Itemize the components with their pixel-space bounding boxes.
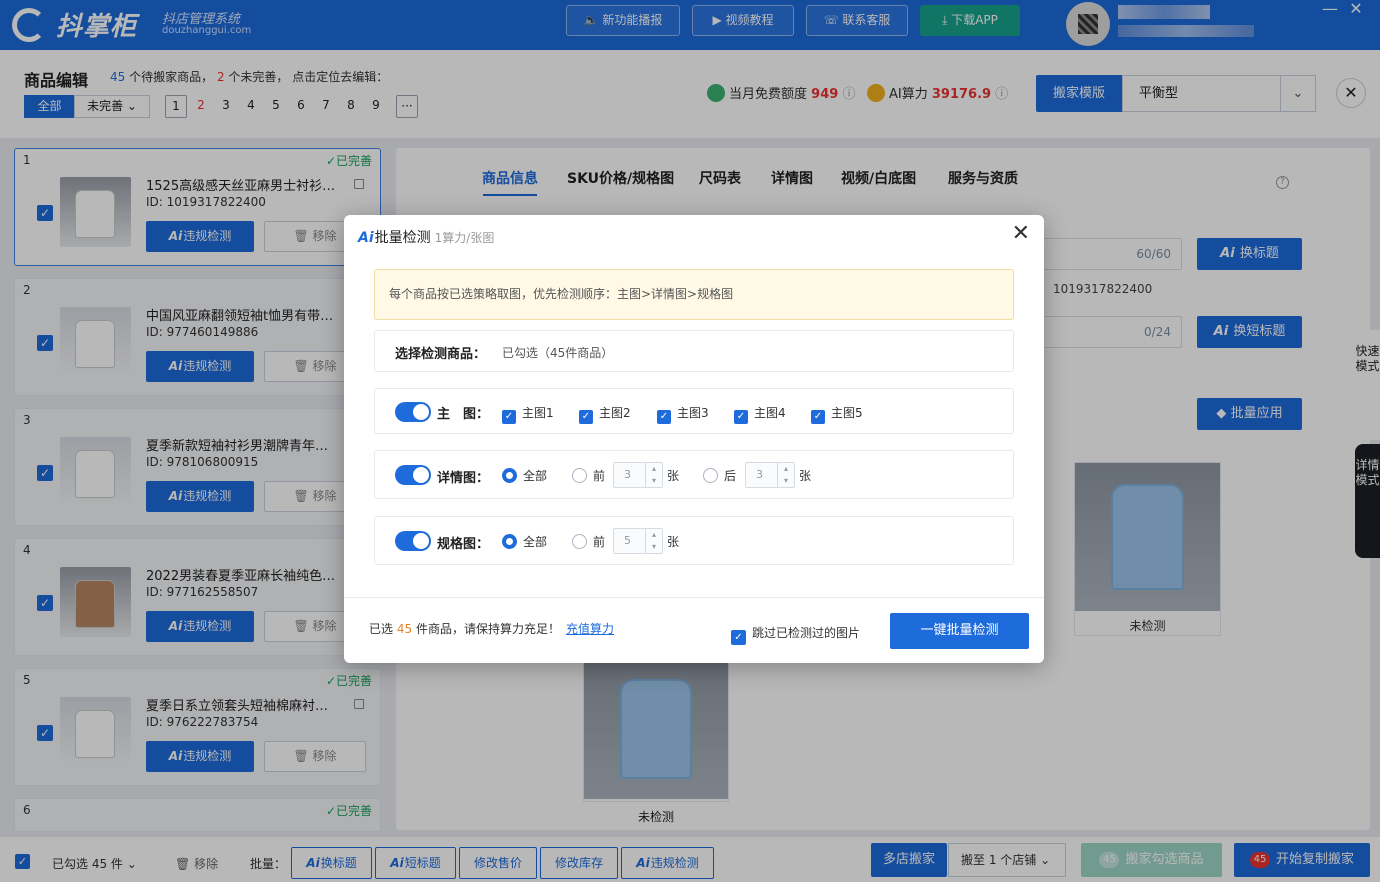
modal-divider: [344, 597, 1044, 598]
batch-check-modal: Ai批量检测 1算力/张图 ✕ 每个商品按已选策略取图，优先检测顺序：主图>详情图…: [344, 215, 1044, 663]
notice-banner: 每个商品按已选策略取图，优先检测顺序：主图>详情图>规格图: [374, 269, 1014, 320]
main-image-4-checkbox[interactable]: ✓ 主图4: [734, 404, 786, 424]
spec-image-row: 规格图： 全部 前 5 张: [374, 516, 1014, 565]
main-image-row: 主 图： ✓ 主图1 ✓ 主图2 ✓ 主图3 ✓ 主图4 ✓ 主图5: [374, 388, 1014, 434]
detail-image-toggle[interactable]: [395, 465, 431, 485]
main-image-5-checkbox[interactable]: ✓ 主图5: [811, 404, 863, 424]
unit-label: 张: [667, 469, 680, 483]
unit-label: 张: [799, 469, 812, 483]
unit-label: 张: [667, 535, 680, 549]
spec-image-toggle[interactable]: [395, 531, 431, 551]
detail-front-radio[interactable]: 前: [572, 467, 605, 484]
detail-back-radio[interactable]: 后: [703, 467, 736, 484]
select-products-row: 选择检测商品： 已勾选（45件商品）: [374, 330, 1014, 372]
main-image-1-checkbox[interactable]: ✓ 主图1: [502, 404, 554, 424]
recharge-link[interactable]: 充值算力: [566, 622, 614, 636]
close-icon[interactable]: ✕: [1012, 223, 1030, 245]
spec-front-radio[interactable]: 前: [572, 533, 605, 550]
detail-image-row: 详情图： 全部 前 3 张 后 3 张: [374, 450, 1014, 499]
main-image-2-checkbox[interactable]: ✓ 主图2: [579, 404, 631, 424]
modal-title: Ai批量检测 1算力/张图: [358, 230, 495, 246]
main-image-toggle[interactable]: [395, 402, 431, 422]
footer-text: 已选 45 件商品，请保持算力充足！ 充值算力: [369, 622, 614, 636]
ai-icon: Ai: [358, 230, 374, 246]
main-image-3-checkbox[interactable]: ✓ 主图3: [657, 404, 709, 424]
detail-front-count[interactable]: 3: [613, 462, 663, 488]
detail-back-count[interactable]: 3: [745, 462, 795, 488]
detail-all-radio[interactable]: 全部: [502, 467, 547, 484]
batch-check-submit-button[interactable]: 一键批量检测: [890, 613, 1029, 649]
skip-checked-checkbox[interactable]: ✓ 跳过已检测过的图片: [731, 624, 860, 645]
spec-front-count[interactable]: 5: [613, 528, 663, 554]
selected-products-value: 已勾选（45件商品）: [502, 346, 614, 360]
spec-all-radio[interactable]: 全部: [502, 533, 547, 550]
